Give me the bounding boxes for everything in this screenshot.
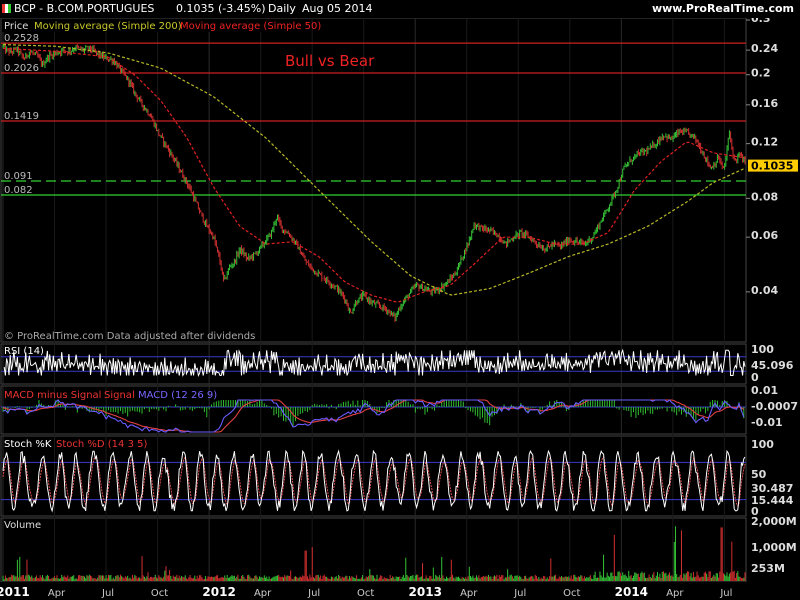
price-tick-label-3: 0.16 <box>751 97 778 110</box>
level-label-0: 0.2528 <box>4 33 39 44</box>
x-tick-label-11: Oct <box>563 588 580 599</box>
legend-ma200: Moving average (Simple 200) <box>34 21 182 32</box>
volume-legend: Volume <box>4 520 41 531</box>
macd-last-value: -0.0007 <box>751 400 798 413</box>
legend-stoch-d: Stoch %D (14 3 5) <box>56 439 147 450</box>
legend-price: Price <box>4 21 28 32</box>
rsi-last-value: 45.096 <box>751 359 794 372</box>
level-label-2: 0.1419 <box>4 111 39 122</box>
chart-canvas: 0.25280.20260.14190.0910.082 0.30.240.20… <box>0 0 800 600</box>
rsi-tick-100: 100 <box>751 343 774 356</box>
price-tick-label-6: 0.08 <box>751 190 778 203</box>
x-tick-label-5: Apr <box>254 588 272 599</box>
legend-volume: Volume <box>4 520 41 531</box>
period: Daily <box>268 2 296 15</box>
stoch-legend: Stoch %K Stoch %D (14 3 5) <box>4 439 147 450</box>
x-tick-label-2: Jul <box>101 588 114 599</box>
level-label-1: 0.2026 <box>4 63 39 74</box>
level-label-3: 0.091 <box>4 171 33 182</box>
x-axis: 2011 Apr Jul Oct 2012 Apr Jul Oct 2013 Apr Jul Oct 2… <box>0 582 800 600</box>
symbol-icon[interactable] <box>2 4 11 13</box>
chart-header: BCP - B.COM.PORTUGUES 0.1035 (-3.45%) Da… <box>0 0 800 18</box>
macd-legend: MACD minus Signal Signal MACD (12 26 9) <box>4 390 217 401</box>
x-tick-label-13: Apr <box>666 588 684 599</box>
rsi-legend: RSI (14) <box>4 346 44 357</box>
price-tick-label-1: 0.24 <box>751 42 778 55</box>
rsi-tick-0: 0 <box>751 371 759 384</box>
x-tick-label-3: Oct <box>151 588 168 599</box>
macd-tick-neg: -0.01 <box>751 416 783 429</box>
volume-last-value: 253M <box>751 562 785 575</box>
price-tick-label-8: 0.04 <box>751 284 778 297</box>
annotation-bull-vs-bear: Bull vs Bear <box>285 52 375 70</box>
last-price-label: 0.1035 <box>751 160 793 173</box>
macd-tick-pos: 0.01 <box>751 384 778 397</box>
legend-ma50: Moving average (Simple 50) <box>180 21 321 32</box>
date: Aug 05 2014 <box>302 2 373 15</box>
symbol-name: BCP - B.COM.PORTUGUES <box>14 2 155 15</box>
site-link[interactable]: www.ProRealTime.com <box>652 0 794 18</box>
x-tick-label-10: Jul <box>513 588 526 599</box>
x-tick-label-4: 2012 <box>202 585 235 599</box>
legend-rsi: RSI (14) <box>4 346 44 357</box>
legend-macd-signal: Signal <box>104 390 135 401</box>
x-tick-label-7: Oct <box>357 588 374 599</box>
stoch-tick-50: 50 <box>751 468 767 481</box>
volume-tick-1000: 1,000M <box>751 541 797 554</box>
price-tick-label-7: 0.06 <box>751 229 778 242</box>
x-tick-label-0: 2011 <box>0 585 30 599</box>
x-tick-label-14: Jul <box>719 588 732 599</box>
level-label-4: 0.082 <box>4 185 33 196</box>
stoch-tick-100: 100 <box>751 438 774 451</box>
volume-tick-2000: 2,000M <box>751 515 797 528</box>
x-tick-label-8: 2013 <box>409 585 442 599</box>
price-legend: Price Moving average (Simple 200) Moving… <box>2 19 321 32</box>
x-tick-label-6: Jul <box>307 588 320 599</box>
price-tick-label-4: 0.12 <box>751 136 778 149</box>
x-tick-label-9: Apr <box>460 588 478 599</box>
legend-stoch-k: Stoch %K <box>4 439 52 450</box>
x-tick-label-12: 2014 <box>615 585 648 599</box>
legend-macd-hist: MACD minus Signal <box>4 390 101 401</box>
x-tick-label-1: Apr <box>48 588 66 599</box>
legend-macd: MACD (12 26 9) <box>138 390 217 401</box>
footer-note: © ProRealTime.com Data adjusted after di… <box>4 331 255 342</box>
price-tick-label-2: 0.2 <box>751 67 771 80</box>
quote: 0.1035 (-3.45%) <box>176 2 266 15</box>
